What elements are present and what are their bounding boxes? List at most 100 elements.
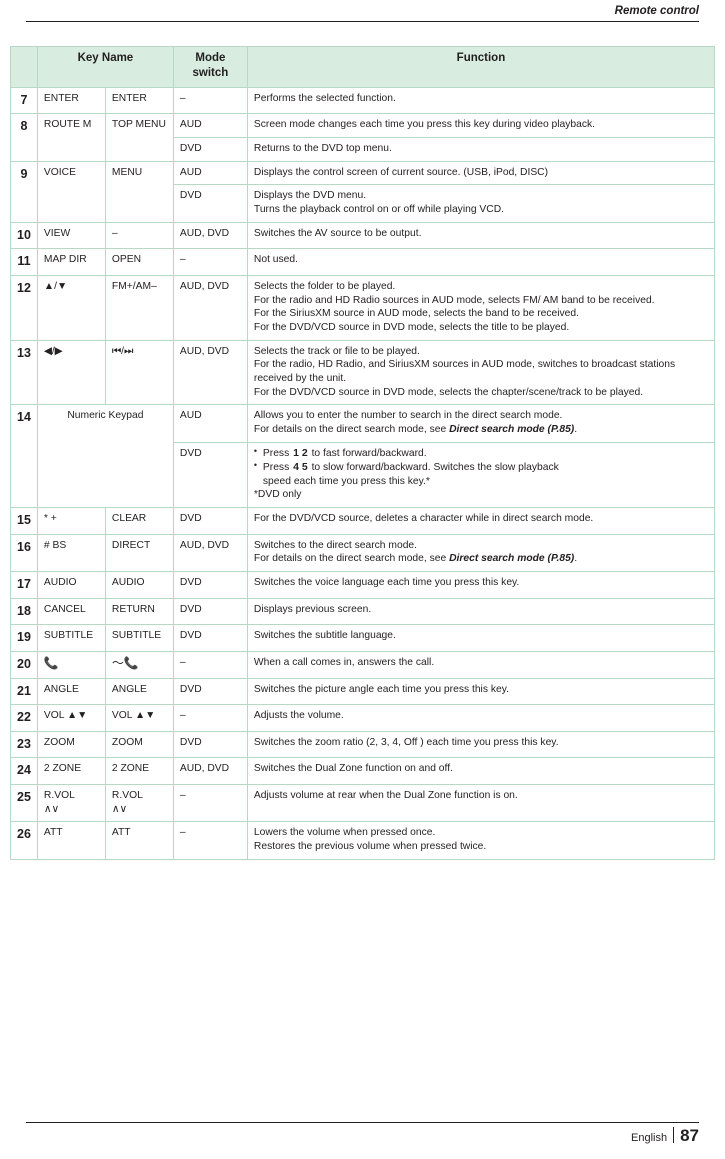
mode-switch-cell: – <box>172 248 248 276</box>
function-bullet-item: speed each time you press this key.* <box>262 475 430 487</box>
row-number: 26 <box>10 821 38 860</box>
key-name-primary: * + <box>36 507 106 535</box>
function-cell: Lowers the volume when pressed once. Rest… <box>246 821 716 860</box>
key-name-primary: 📞 <box>36 650 106 679</box>
table-row: 25 R.VOL ∧∨ R.VOL ∧∨ – Adjusts volume at rear … <box>10 784 716 823</box>
function-cell: Switches the voice language each time yo… <box>246 571 716 599</box>
footer-divider <box>26 1122 699 1123</box>
mode-switch-cell: DVD <box>172 677 248 706</box>
row-number: 24 <box>10 757 38 786</box>
function-cell: Displays the control screen of current s… <box>246 160 716 186</box>
key-name-primary: AUDIO <box>36 571 106 599</box>
mode-switch-cell: AUD, DVD <box>172 274 248 341</box>
row-number: 15 <box>10 507 38 535</box>
key-name-primary: VIEW <box>36 221 106 250</box>
mode-switch-cell: DVD <box>172 597 248 626</box>
table-row: 8 ROUTE M TOP MENU AUD Screen mode changes e… <box>10 113 716 162</box>
mode-switch-cell: DVD <box>172 136 248 162</box>
mode-switch-cell: AUD <box>172 160 248 186</box>
table-row: 26 ATT ATT – Lowers the volume when pressed … <box>10 821 716 860</box>
key-function-table: Key Name Mode switch Function 7 ENTER ENTE… <box>10 46 716 860</box>
key-name-secondary: VOL ▲▼ <box>104 704 174 732</box>
key-name-primary: ANGLE <box>36 677 106 706</box>
key-name-primary: VOICE <box>36 160 106 223</box>
key-name-primary: ENTER <box>36 86 106 115</box>
row-number: 25 <box>10 784 38 823</box>
table-header-row: Key Name Mode switch Function <box>10 46 716 88</box>
row-number: 8 <box>10 113 38 162</box>
table-header: Key Name Mode switch Function <box>10 46 716 88</box>
function-cell: Screen mode changes each time you press … <box>246 113 716 138</box>
function-cell: Switches the zoom ratio (2, 3, 4, Off ) … <box>246 730 716 759</box>
mode-switch-cell: AUD, DVD <box>172 339 248 406</box>
key-name-primary: ROUTE M <box>36 113 106 162</box>
table-row: 12 ▲/▼ FM+/AM– AUD, DVD Selects the folder t… <box>10 274 716 341</box>
row-number: 17 <box>10 571 38 599</box>
function-cell: Displays the DVD menu. Turns the playback… <box>246 184 716 223</box>
function-cell: Returns to the DVD top menu. <box>246 136 716 162</box>
header-divider <box>26 21 699 22</box>
key-name-secondary: OPEN <box>104 248 174 276</box>
manual-page: Remote control Key Name Mode switch Func… <box>0 0 725 1159</box>
table-row: 16 # BS DIRECT AUD, DVD Switches to the dire… <box>10 533 716 573</box>
key-name-secondary: 〜📞 <box>104 650 174 679</box>
function-cell: Performs the selected function. <box>246 86 716 115</box>
function-bullet-item: Press 1 2 to fast forward/backward. <box>254 446 708 461</box>
function-cell: Switches the subtitle language. <box>246 624 716 652</box>
function-cell: When a call comes in, answers the call. <box>246 650 716 679</box>
table-row: 11 MAP DIR OPEN – Not used. <box>10 248 716 276</box>
row-number: 14 <box>10 404 38 509</box>
cross-reference-link[interactable]: Direct search mode (P.85) <box>449 553 574 564</box>
table-body: 7 ENTER ENTER – Performs the selected functi… <box>10 86 716 860</box>
function-cell: Switches the picture angle each time you… <box>246 677 716 706</box>
mode-switch-cell: DVD <box>172 571 248 599</box>
table-row: 17 AUDIO AUDIO DVD Switches the voice langua… <box>10 571 716 599</box>
footer-separator <box>673 1127 675 1143</box>
key-name-primary: VOL ▲▼ <box>36 704 106 732</box>
function-cell: Switches the AV source to be output. <box>246 221 716 250</box>
table-row: 13 ◀/▶ ⏮/⏭ AUD, DVD Selects the track or fil… <box>10 339 716 406</box>
key-name-primary: ◀/▶ <box>36 339 106 406</box>
row-number: 9 <box>10 160 38 223</box>
function-cell: Not used. <box>246 248 716 276</box>
key-name-primary: ZOOM <box>36 730 106 759</box>
key-name-secondary: ⏮/⏭ <box>104 339 174 406</box>
function-cell: Allows you to enter the number to search… <box>246 404 716 443</box>
mode-switch-cell: – <box>172 650 248 679</box>
table-row: 18 CANCEL RETURN DVD Displays previous scree… <box>10 597 716 626</box>
cross-reference-link[interactable]: Direct search mode (P.85) <box>449 424 574 435</box>
key-name-secondary: ANGLE <box>104 677 174 706</box>
row-number: 10 <box>10 221 38 250</box>
mode-switch-cell: – <box>172 821 248 860</box>
table-row: 21 ANGLE ANGLE DVD Switches the picture angl… <box>10 677 716 706</box>
key-name-secondary: AUDIO <box>104 571 174 599</box>
column-header-mode-switch: Mode switch <box>172 46 248 88</box>
column-header-number <box>10 46 38 88</box>
table-row: 9 VOICE MENU AUD Displays the control screen… <box>10 160 716 223</box>
mode-switch-cell: DVD <box>172 730 248 759</box>
mode-switch-cell: AUD, DVD <box>172 533 248 573</box>
function-cell: Press 1 2 to fast forward/backward.Press… <box>246 441 716 509</box>
table-row: 15 * + CLEAR DVD For the DVD/VCD source, del… <box>10 507 716 535</box>
column-header-function: Function <box>246 46 716 88</box>
function-cell: Switches the Dual Zone function on and o… <box>246 757 716 786</box>
mode-switch-cell: – <box>172 86 248 115</box>
key-name-primary: # BS <box>36 533 106 573</box>
table-row: 14 Numeric Keypad AUD Allows you to enter t… <box>10 404 716 509</box>
page-footer: English 87 <box>26 1125 699 1145</box>
mode-switch-cell: DVD <box>172 624 248 652</box>
key-name-secondary: SUBTITLE <box>104 624 174 652</box>
key-name-secondary: FM+/AM– <box>104 274 174 341</box>
mode-switch-cell: AUD <box>172 404 248 443</box>
key-name-secondary: MENU <box>104 160 174 223</box>
column-header-key-name: Key Name <box>36 46 174 88</box>
row-number: 21 <box>10 677 38 706</box>
mode-switch-cell: DVD <box>172 507 248 535</box>
key-name-secondary: TOP MENU <box>104 113 174 162</box>
function-cell: Adjusts the volume. <box>246 704 716 732</box>
key-name-secondary: DIRECT <box>104 533 174 573</box>
key-name-primary: ▲/▼ <box>36 274 106 341</box>
key-name-secondary: 2 ZONE <box>104 757 174 786</box>
key-name-secondary: ATT <box>104 821 174 860</box>
mode-switch-cell: DVD <box>172 441 248 509</box>
